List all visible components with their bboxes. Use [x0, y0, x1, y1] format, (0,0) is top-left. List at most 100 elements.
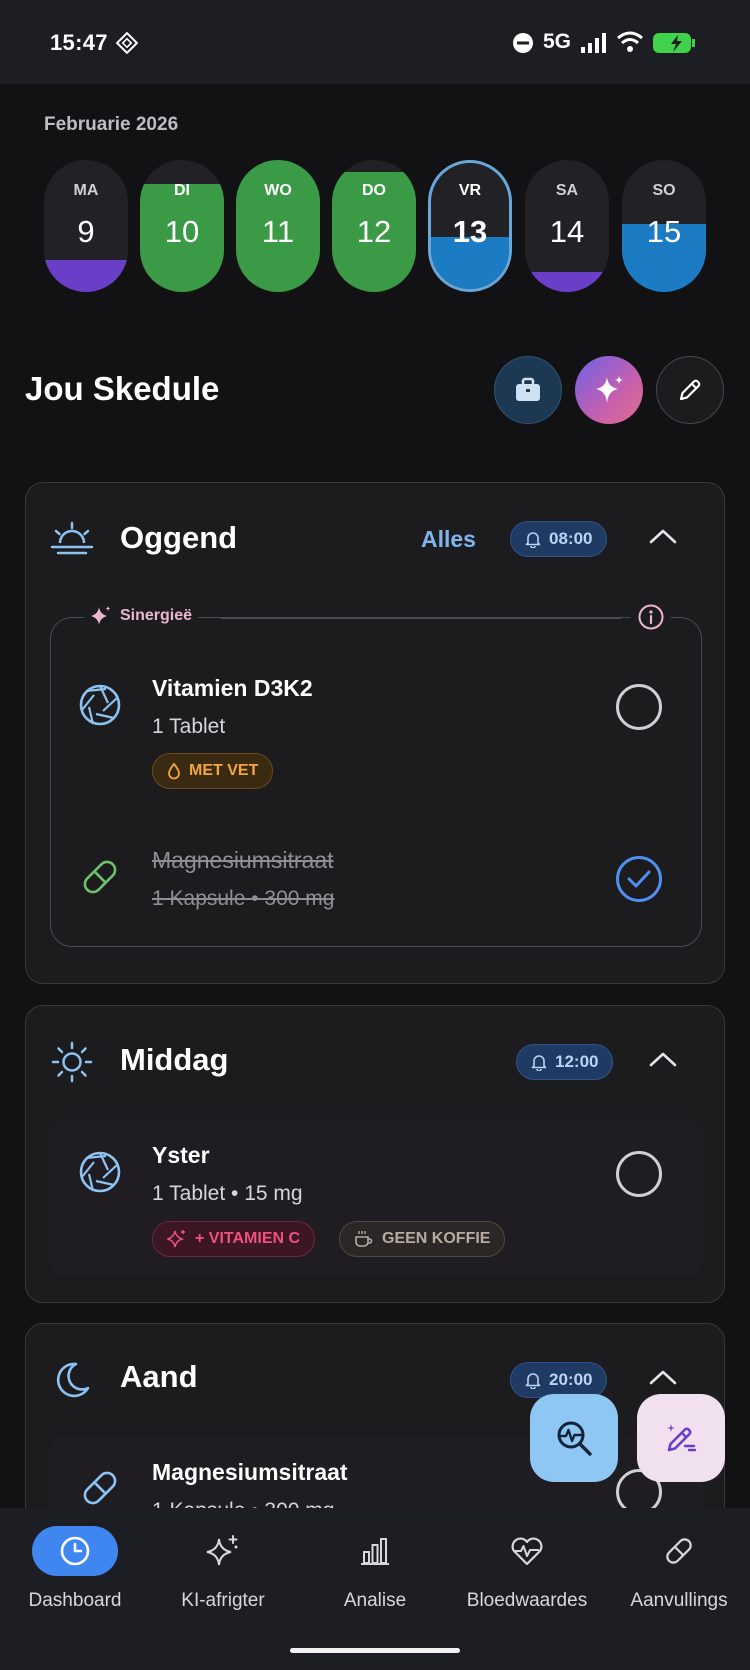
day-name: MA [73, 182, 99, 199]
supplement-name: Magnesiumsitraat [152, 1459, 348, 1485]
reminder-time-pill[interactable]: 08:00 [510, 521, 608, 557]
chevron-up-icon[interactable] [648, 1368, 678, 1386]
heart-pulse-icon [511, 1537, 543, 1566]
nav-label: KI-afrigter [181, 1590, 265, 1611]
sparkle-icon [91, 606, 111, 625]
nav-blood-values[interactable]: Bloedwaardes [452, 1526, 602, 1612]
chevron-up-icon[interactable] [648, 527, 678, 545]
status-bar: 15:47 5G [0, 0, 750, 84]
nav-supplements[interactable]: Aanvullings [604, 1526, 750, 1612]
section-title: Middag [120, 1042, 229, 1077]
nav-dashboard[interactable]: Dashboard [0, 1526, 150, 1612]
bottom-navigation: Dashboard KI-afrigter Analise Bloedwaard… [0, 1508, 750, 1670]
supplement-name: Yster [152, 1142, 210, 1168]
nav-analysis[interactable]: Analise [300, 1526, 450, 1612]
reminder-time: 12:00 [555, 1052, 599, 1071]
bell-icon [531, 1055, 547, 1071]
day-number: 12 [356, 214, 392, 249]
search-pulse-icon [557, 1421, 592, 1456]
edit-button[interactable] [656, 356, 724, 424]
day-pill-do[interactable]: DO 12 [332, 160, 416, 292]
ai-suggest-button[interactable] [575, 356, 643, 424]
day-pill-sa[interactable]: SA 14 [525, 160, 609, 292]
day-number: 14 [549, 214, 585, 249]
check-circle[interactable] [616, 684, 662, 730]
edit-sparkle-icon [667, 1424, 697, 1452]
day-number: 10 [164, 214, 200, 249]
network-label: 5G [543, 30, 572, 53]
schedule-title: Jou Skedule [25, 370, 220, 407]
pill-icon [666, 1538, 692, 1564]
check-all-button[interactable]: Alles [421, 526, 476, 553]
dnd-icon [513, 33, 533, 53]
briefcase-icon [516, 377, 540, 401]
checkmark-icon [627, 870, 651, 888]
supplement-name: Magnesiumsitraat [152, 847, 334, 873]
sparkles-icon [596, 376, 623, 403]
midday-section: Middag 12:00 Yster 1 Tablet • 15 mg + VI… [25, 1005, 725, 1303]
day-number: 13 [452, 214, 488, 249]
day-pill-ma[interactable]: MA 9 [44, 160, 128, 292]
bell-icon [525, 1373, 541, 1389]
day-name: DI [174, 182, 190, 199]
day-name: WO [264, 182, 292, 199]
day-number: 9 [77, 214, 95, 249]
reminder-time-pill[interactable]: 20:00 [510, 1362, 608, 1398]
scan-analyze-fab[interactable] [530, 1394, 618, 1482]
travel-button[interactable] [494, 356, 562, 424]
supplement-name: Vitamien D3K2 [152, 675, 313, 701]
nav-active-indicator [32, 1526, 118, 1576]
aperture-icon [79, 1151, 121, 1193]
sun-icon [51, 1041, 93, 1083]
synergy-group [50, 617, 702, 947]
reminder-time: 08:00 [549, 529, 593, 548]
tag-label: + VITAMIEN C [195, 1230, 301, 1247]
synergy-info-button[interactable] [631, 603, 671, 636]
vitamin-c-tag: + VITAMIEN C [152, 1221, 316, 1257]
week-day-selector: MA 9 DI 10 WO 11 DO 12 VR 13 SA 14 SO 15 [44, 160, 706, 292]
day-pill-so[interactable]: SO 15 [622, 160, 706, 292]
info-icon [638, 604, 664, 630]
drop-icon [168, 762, 180, 780]
tag-label: GEEN KOFFIE [382, 1230, 491, 1247]
pencil-icon [679, 379, 701, 401]
home-indicator [290, 1648, 460, 1653]
sparkles-icon [206, 1535, 238, 1566]
add-entry-fab[interactable] [637, 1394, 725, 1482]
chevron-up-icon[interactable] [648, 1050, 678, 1068]
check-circle[interactable] [616, 1151, 662, 1197]
divider [221, 617, 621, 619]
reminder-time: 20:00 [549, 1370, 593, 1389]
day-pill-di[interactable]: DI 10 [140, 160, 224, 292]
day-pill-wo[interactable]: WO 11 [236, 160, 320, 292]
check-circle-checked[interactable] [616, 856, 662, 902]
wifi-icon [617, 31, 643, 52]
day-pill-vr[interactable]: VR 13 [428, 160, 512, 292]
nav-label: Dashboard [28, 1590, 122, 1611]
day-number: 15 [646, 214, 682, 249]
with-fat-tag: MET VET [152, 753, 274, 789]
day-number: 11 [261, 214, 295, 249]
sparkle-icon [167, 1230, 185, 1248]
status-time: 15:47 [50, 30, 108, 55]
nav-ai-coach[interactable]: KI-afrigter [148, 1526, 298, 1612]
day-name: SA [555, 182, 579, 199]
vpn-icon [116, 32, 138, 54]
nav-label: Analise [343, 1590, 407, 1611]
synergy-text: Sinergieë [120, 607, 193, 624]
clock-icon [60, 1536, 90, 1566]
day-name: VR [458, 182, 482, 199]
bar-chart-icon [361, 1538, 389, 1565]
reminder-time-pill[interactable]: 12:00 [516, 1044, 614, 1080]
supplement-dose: 1 Kapsule • 300 mg [152, 887, 335, 910]
day-name: SO [652, 182, 676, 199]
battery-icon [653, 33, 695, 53]
aperture-icon [79, 684, 121, 726]
no-coffee-tag: GEEN KOFFIE [339, 1221, 506, 1257]
tag-label: MET VET [189, 762, 259, 779]
section-title: Aand [120, 1359, 198, 1394]
pill-icon [83, 1471, 117, 1505]
morning-section: Oggend Alles 08:00 Sinergieë Vitamien D3… [25, 482, 725, 984]
supplement-dose: 1 Tablet [152, 715, 226, 738]
nav-label: Bloedwaardes [466, 1590, 588, 1611]
